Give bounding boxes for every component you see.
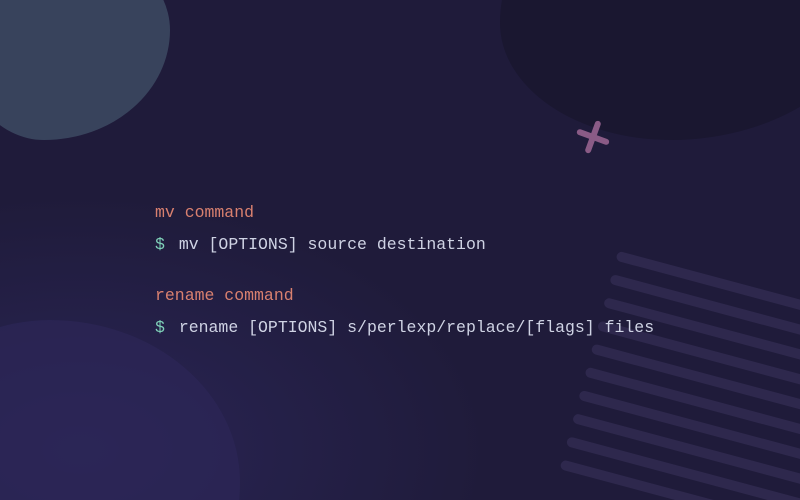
blob-top-left [0,0,170,140]
rename-command-text: rename [OPTIONS] s/perlexp/replace/[flag… [179,318,654,337]
command-examples: mv command $ mv [OPTIONS] source destina… [155,200,654,340]
prompt-symbol: $ [155,235,165,254]
prompt-symbol: $ [155,318,165,337]
blob-top-right [500,0,800,140]
mv-command-label: mv command [155,200,654,226]
mv-command-text: mv [OPTIONS] source destination [179,235,486,254]
rename-command-line: $ rename [OPTIONS] s/perlexp/replace/[fl… [155,315,654,341]
mv-command-line: $ mv [OPTIONS] source destination [155,232,654,258]
blob-bottom-left [0,320,240,500]
rename-command-label: rename command [155,283,654,309]
